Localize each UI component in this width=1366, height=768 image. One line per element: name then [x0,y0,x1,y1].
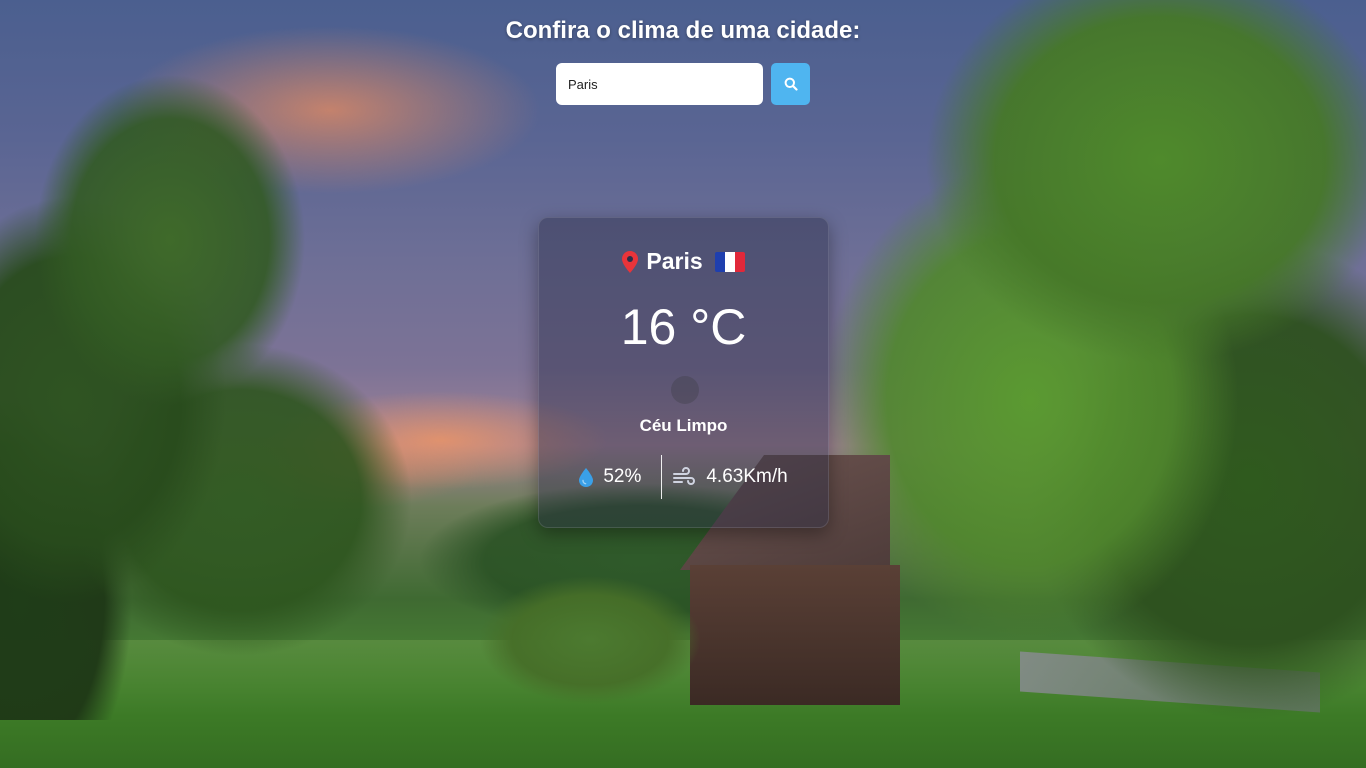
page-title: Confira o clima de uma cidade: [505,17,861,44]
background-road [1020,651,1320,713]
weather-condition-icon [671,376,699,404]
background-tree-left [0,40,460,720]
temperature: 16 °C [620,299,747,355]
weather-description: Céu Limpo [639,416,728,435]
search-icon [784,77,798,91]
wind-icon [673,467,696,485]
france-flag-icon [714,251,745,272]
page-header: Confira o clima de uma cidade: [0,17,1366,45]
city-row: Paris [539,248,828,275]
background-barn-wall [690,565,900,705]
weather-card: Paris 16 °C Céu Limpo 52% 4.63Km/h [538,217,829,528]
weather-details: 52% 4.63Km/h [539,455,828,499]
droplet-icon [579,467,594,487]
search-button[interactable] [771,63,810,105]
city-name: Paris [646,248,703,274]
map-pin-icon [622,250,639,273]
background-grass [0,640,1366,768]
humidity-detail: 52% [579,466,661,488]
background-bush [460,560,720,710]
search-bar [556,63,810,105]
wind-value: 4.63Km/h [706,466,788,487]
humidity-value: 52% [603,466,642,487]
wind-detail: 4.63Km/h [662,466,788,488]
background-tree-right [830,0,1366,740]
city-search-input[interactable] [556,63,763,105]
